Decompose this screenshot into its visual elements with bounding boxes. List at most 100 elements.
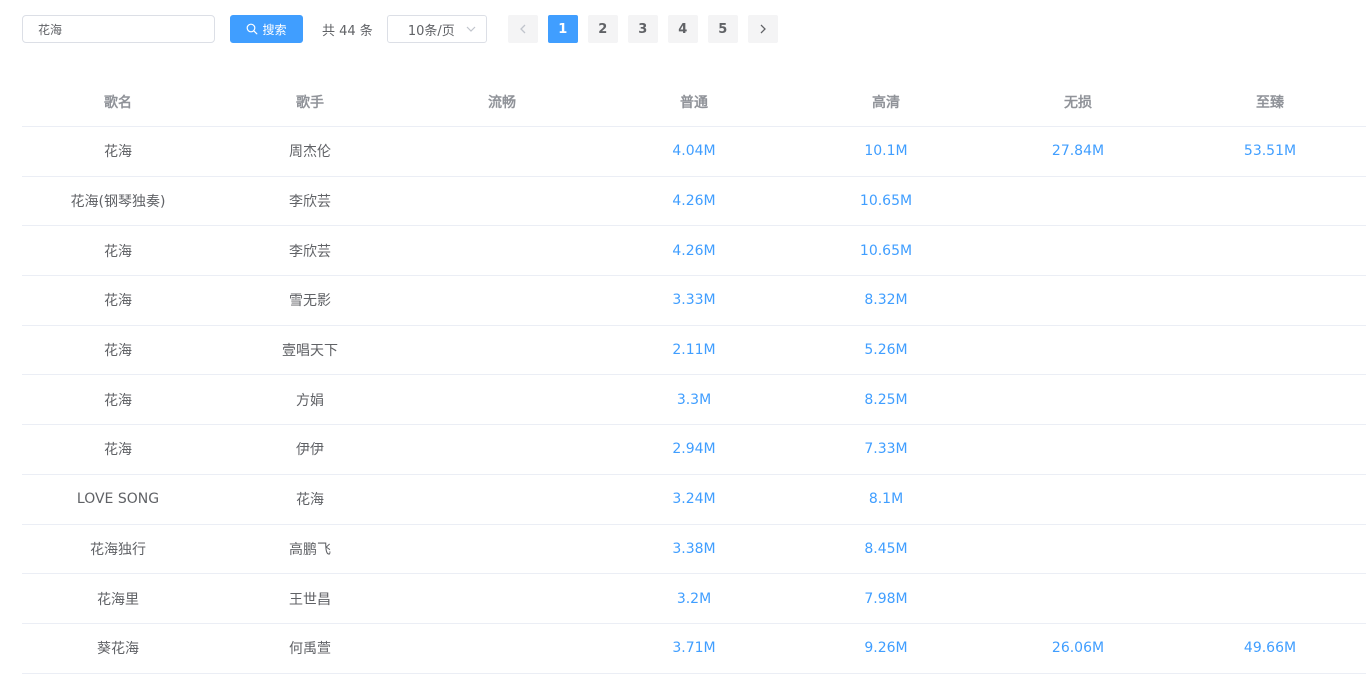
song-title: 花海 [104,392,132,409]
search-input[interactable] [22,15,215,43]
next-page-button[interactable] [747,15,778,43]
song-title: LOVE SONG [76,491,160,508]
page-button-5[interactable]: 5 [707,15,738,43]
download-hd-link[interactable]: 8.32M [790,276,982,325]
download-master-link [1174,375,1366,424]
search-icon [247,23,258,35]
download-normal-link[interactable]: 3.33M [598,276,790,325]
download-lossless-link [982,276,1174,325]
table-row: 花海 伊伊 2.94M 7.33M [22,425,1366,475]
song-title: 花海 [104,343,132,360]
download-normal-link[interactable]: 4.26M [598,177,790,226]
download-hd-link[interactable]: 7.33M [790,425,982,474]
table-row: 花海 李欣芸 4.26M 10.65M [22,226,1366,277]
song-title: 葵花海 [97,641,139,658]
download-smooth-link [406,574,598,623]
song-artist: 何禹萱 [289,641,331,658]
download-lossless-link [982,177,1174,226]
download-hd-link[interactable]: 7.98M [790,574,982,623]
table-header: 歌名 歌手 流畅 普通 高清 无损 至臻 [22,78,1366,127]
page-size-value: 10条/页 [407,23,455,39]
download-master-link [1174,425,1366,474]
page-button-4[interactable]: 4 [667,15,698,43]
download-normal-link[interactable]: 3.71M [598,624,790,673]
download-hd-link[interactable]: 8.45M [790,525,982,574]
download-smooth-link [406,276,598,325]
page-button-3[interactable]: 3 [627,15,658,43]
download-lossless-link[interactable]: 26.06M [982,624,1174,673]
pagination: 1 2 3 4 5 [507,15,788,43]
table-row: 花海(钢琴独奏) 李欣芸 4.26M 10.65M [22,177,1366,227]
download-smooth-link [406,624,598,673]
download-hd-link[interactable]: 10.65M [790,177,982,226]
page-button-1[interactable]: 1 [547,15,578,43]
download-hd-link[interactable]: 8.1M [790,475,982,524]
download-lossless-link [982,475,1174,524]
prev-page-button[interactable] [507,15,538,43]
song-title: 花海 [104,442,132,459]
chevron-left-icon [519,24,526,34]
column-header-hd: 高清 [872,95,900,111]
download-hd-link[interactable]: 10.65M [790,226,982,275]
download-lossless-link [982,326,1174,375]
download-normal-link[interactable]: 3.3M [598,375,790,424]
download-hd-link[interactable]: 5.26M [790,326,982,375]
song-title: 花海 [104,293,132,310]
table-row: 花海 雪无影 3.33M 8.32M [22,276,1366,326]
song-artist: 高鹏飞 [289,541,331,558]
song-artist: 李欣芸 [289,243,331,260]
download-normal-link[interactable]: 2.11M [598,326,790,375]
song-title: 花海(钢琴独奏) [70,194,166,211]
page-size-select[interactable]: 10条/页 [386,15,487,43]
song-artist: 周杰伦 [289,144,331,161]
song-title: 花海独行 [90,541,146,558]
download-normal-link[interactable]: 3.2M [598,574,790,623]
download-smooth-link [406,127,598,176]
download-master-link [1174,326,1366,375]
download-lossless-link [982,375,1174,424]
chevron-down-icon [466,26,476,32]
download-normal-link[interactable]: 4.26M [598,226,790,275]
download-lossless-link [982,226,1174,275]
download-master-link [1174,177,1366,226]
table-row: 花海 方娟 3.3M 8.25M [22,375,1366,426]
table-row: 花海 壹唱天下 2.11M 5.26M [22,326,1366,376]
search-button[interactable]: 搜索 [230,15,303,43]
song-artist: 伊伊 [296,442,324,459]
download-smooth-link [406,375,598,424]
download-normal-link[interactable]: 4.04M [598,127,790,176]
download-master-link [1174,475,1366,524]
download-hd-link[interactable]: 8.25M [790,375,982,424]
song-artist: 壹唱天下 [282,343,338,360]
download-hd-link[interactable]: 10.1M [790,127,982,176]
song-title: 花海 [104,144,132,161]
download-master-link[interactable]: 49.66M [1174,624,1366,673]
download-hd-link[interactable]: 9.26M [790,624,982,673]
toolbar: 搜索 共 44 条 10条/页 1 2 3 4 5 [22,15,788,43]
download-normal-link[interactable]: 3.24M [598,475,790,524]
download-smooth-link [406,475,598,524]
download-smooth-link [406,425,598,474]
total-count: 共 44 条 [322,23,373,39]
column-header-master: 至臻 [1256,95,1284,111]
song-artist: 花海 [296,492,324,509]
download-master-link[interactable]: 53.51M [1174,127,1366,176]
download-master-link [1174,226,1366,275]
download-master-link [1174,276,1366,325]
download-smooth-link [406,326,598,375]
song-artist: 李欣芸 [289,194,331,211]
download-smooth-link [406,525,598,574]
table-row: 花海 周杰伦 4.04M 10.1M 27.84M 53.51M [22,127,1366,177]
page-button-2[interactable]: 2 [587,15,618,43]
download-lossless-link[interactable]: 27.84M [982,127,1174,176]
search-button-label: 搜索 [262,22,287,37]
download-master-link [1174,525,1366,574]
download-lossless-link [982,525,1174,574]
download-normal-link[interactable]: 3.38M [598,525,790,574]
table-body: 花海 周杰伦 4.04M 10.1M 27.84M 53.51M 花海(钢琴独奏… [22,127,1366,674]
download-lossless-link [982,574,1174,623]
column-header-artist: 歌手 [296,95,324,111]
song-title: 花海里 [97,591,139,608]
download-normal-link[interactable]: 2.94M [598,425,790,474]
song-table: 歌名 歌手 流畅 普通 高清 无损 至臻 花海 周杰伦 4.04M 10.1M … [22,78,1366,674]
